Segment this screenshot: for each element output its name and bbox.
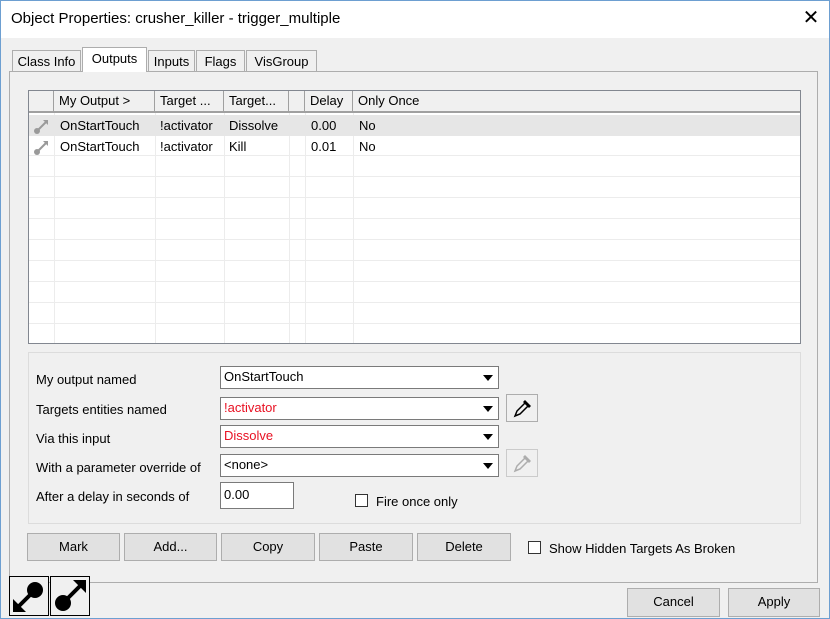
delay-label: After a delay in seconds of [36, 489, 190, 504]
fire-once-checkbox[interactable] [355, 494, 368, 507]
delay-input[interactable]: 0.00 [220, 482, 294, 509]
row-input: Dissolve [229, 118, 279, 133]
grid-line [29, 239, 800, 240]
column-header-delay[interactable]: Delay [305, 91, 353, 111]
eyedropper-icon [513, 453, 533, 476]
column-header-target-entity[interactable]: Target ... [155, 91, 224, 111]
via-input-combo[interactable]: Dissolve [220, 425, 499, 448]
mark-button[interactable]: Mark [27, 533, 120, 561]
grid-line [29, 176, 800, 177]
add-button[interactable]: Add... [124, 533, 217, 561]
parameter-override-combo[interactable]: <none> [220, 454, 499, 477]
output-name-label: My output named [36, 372, 137, 387]
pick-parameter-button[interactable] [506, 449, 538, 477]
delay-value: 0.00 [224, 487, 250, 502]
paste-button[interactable]: Paste [319, 533, 413, 561]
column-header-my-output[interactable]: My Output > [54, 91, 155, 111]
chevron-down-icon[interactable] [477, 398, 498, 419]
row-parameter [289, 115, 294, 136]
output-name-value: OnStartTouch [224, 369, 304, 384]
output-connection-icon [33, 117, 51, 138]
close-icon[interactable]: ✕ [797, 4, 825, 32]
column-header-target-input[interactable]: Target... [224, 91, 289, 111]
show-hidden-label: Show Hidden Targets As Broken [549, 541, 736, 556]
grid-line [29, 197, 800, 198]
grid-line [29, 302, 800, 303]
copy-button[interactable]: Copy [221, 533, 315, 561]
row-parameter [289, 136, 294, 157]
target-name-label: Targets entities named [36, 402, 167, 417]
eyedropper-icon [513, 398, 533, 421]
entity-inputs-icon[interactable] [9, 576, 49, 616]
row-output: OnStartTouch [60, 118, 140, 133]
row-delay: 0.00 [311, 118, 337, 133]
output-name-combo[interactable]: OnStartTouch [220, 366, 499, 389]
target-name-value: !activator [224, 400, 277, 415]
tab-outputs[interactable]: Outputs [82, 47, 147, 72]
via-input-value: Dissolve [224, 428, 274, 443]
table-row[interactable]: OnStartTouch !activator Dissolve 0.00 No [29, 115, 800, 136]
target-name-combo[interactable]: !activator [220, 397, 499, 420]
chevron-down-icon[interactable] [477, 426, 498, 447]
tab-class-info[interactable]: Class Info [12, 50, 81, 71]
apply-button[interactable]: Apply [728, 588, 820, 617]
via-input-label: Via this input [36, 431, 111, 446]
grid-line [29, 260, 800, 261]
row-only-once: No [359, 118, 376, 133]
column-header-icon[interactable] [29, 91, 54, 111]
tab-visgroup[interactable]: VisGroup [246, 50, 317, 71]
column-header-only-once[interactable]: Only Once [353, 91, 800, 111]
column-header-parameter[interactable] [289, 91, 305, 111]
grid-line [29, 281, 800, 282]
parameter-override-value: <none> [224, 457, 269, 472]
outputs-list[interactable]: My Output > Target ... Target... Delay O… [28, 90, 801, 344]
chevron-down-icon[interactable] [477, 367, 498, 388]
tab-inputs[interactable]: Inputs [148, 50, 195, 71]
entity-outputs-icon[interactable] [50, 576, 90, 616]
delete-button[interactable]: Delete [417, 533, 511, 561]
pick-entity-button[interactable] [506, 394, 538, 422]
tab-flags[interactable]: Flags [196, 50, 245, 71]
row-target: !activator [160, 139, 213, 154]
fire-once-label: Fire once only [376, 494, 458, 509]
parameter-override-label: With a parameter override of [36, 460, 201, 475]
row-only-once: No [359, 139, 376, 154]
list-header: My Output > Target ... Target... Delay O… [29, 91, 800, 113]
grid-line [29, 323, 800, 324]
row-delay: 0.01 [311, 139, 337, 154]
grid-line [29, 218, 800, 219]
table-row[interactable]: OnStartTouch !activator Kill 0.01 No [29, 136, 800, 157]
window-title: Object Properties: crusher_killer - trig… [11, 10, 341, 27]
chevron-down-icon[interactable] [477, 455, 498, 476]
row-output: OnStartTouch [60, 139, 140, 154]
row-input: Kill [229, 139, 247, 154]
show-hidden-checkbox[interactable] [528, 541, 541, 554]
row-target: !activator [160, 118, 213, 133]
cancel-button[interactable]: Cancel [627, 588, 720, 617]
output-connection-icon [33, 138, 51, 159]
